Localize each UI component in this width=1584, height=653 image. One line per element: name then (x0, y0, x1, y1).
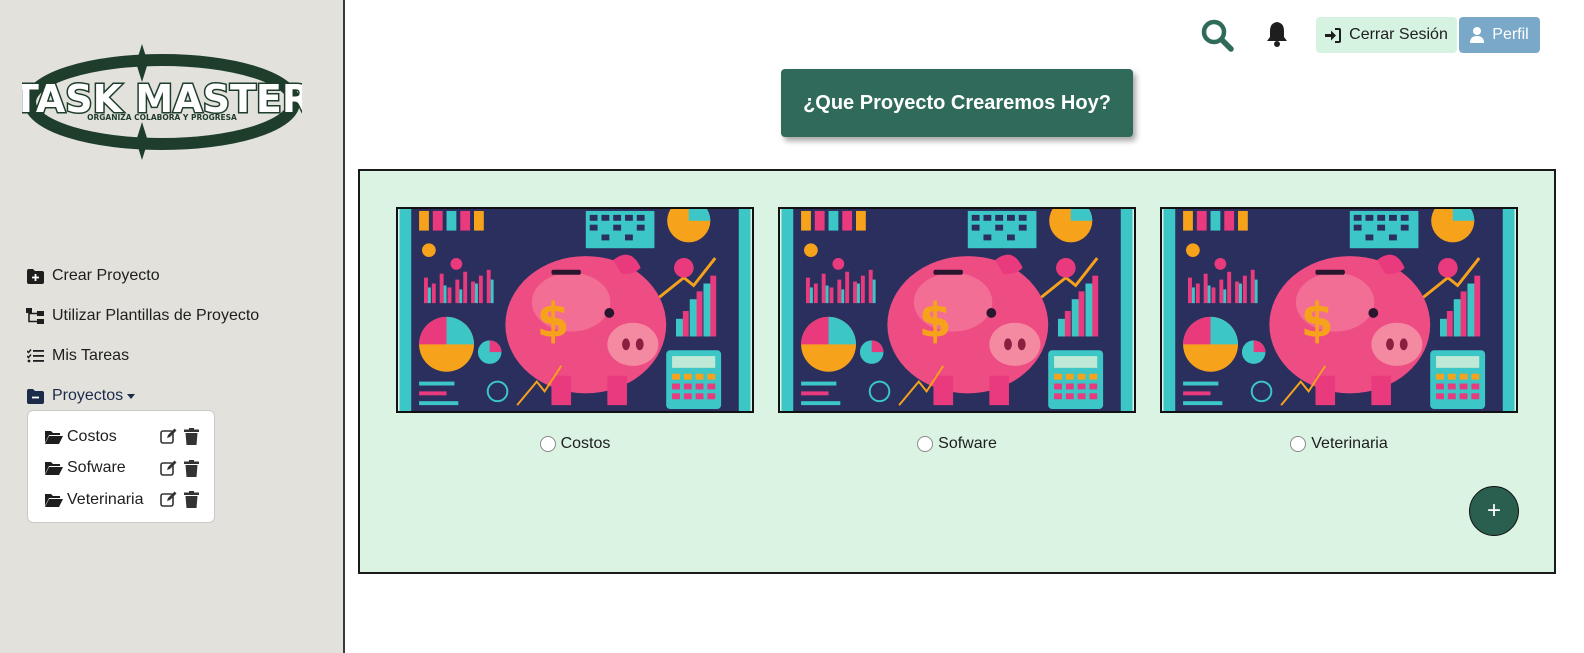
trash-icon[interactable] (183, 491, 200, 509)
folder-open-icon (45, 462, 63, 476)
logout-label: Cerrar Sesión (1349, 26, 1448, 43)
project-card-label: Veterinaria (1160, 435, 1518, 453)
folder-open-icon (45, 493, 63, 507)
svg-text:ORGANIZA COLABORA Y PROGRESA: ORGANIZA COLABORA Y PROGRESA (87, 113, 237, 122)
project-list-item[interactable]: Veterinaria (44, 484, 200, 516)
edit-icon[interactable] (160, 491, 177, 508)
chevron-down-icon (127, 393, 136, 399)
project-radio[interactable] (1290, 436, 1307, 452)
folder-open-icon (45, 430, 63, 444)
project-name: Costos (67, 427, 117, 445)
add-project-button[interactable]: + (1469, 486, 1519, 536)
search-button[interactable] (1200, 18, 1234, 52)
project-thumbnail[interactable] (1160, 207, 1518, 413)
plus-icon: + (1486, 497, 1501, 524)
sign-in-icon (1325, 27, 1342, 43)
project-card: Sofware (778, 207, 1136, 453)
folder-minus-icon (26, 388, 44, 404)
task-list-icon (26, 348, 44, 364)
edit-icon[interactable] (160, 428, 177, 445)
project-list-item[interactable]: Costos (44, 421, 200, 453)
projects-dropdown: Costos Sofware Veterinaria (27, 410, 215, 523)
notifications-button[interactable] (1265, 20, 1289, 48)
project-radio[interactable] (539, 436, 556, 452)
project-thumbnail[interactable] (396, 207, 754, 413)
create-project-hero-button[interactable]: ¿Que Proyecto Crearemos Hoy? (781, 69, 1133, 137)
project-card-name: Costos (560, 435, 611, 452)
profile-button[interactable]: Perfil (1459, 17, 1540, 53)
project-radio[interactable] (917, 436, 934, 452)
search-icon (1201, 19, 1234, 52)
trash-icon[interactable] (183, 459, 200, 477)
project-thumbnail[interactable] (778, 207, 1136, 413)
logout-button[interactable]: Cerrar Sesión (1316, 17, 1457, 53)
project-list-item[interactable]: Sofware (44, 453, 200, 485)
sitemap-icon (26, 308, 44, 324)
sidebar-item-plantillas[interactable]: Utilizar Plantillas de Proyecto (26, 296, 259, 336)
project-card-name: Sofware (938, 435, 997, 452)
sidebar-item-label: Crear Proyecto (52, 267, 160, 284)
sidebar: TASK MASTER ORGANIZA COLABORA Y PROGRESA… (0, 0, 345, 653)
task-master-logo[interactable]: TASK MASTER ORGANIZA COLABORA Y PROGRESA (11, 40, 313, 165)
project-card-label: Costos (396, 435, 754, 453)
project-name: Veterinaria (67, 490, 144, 508)
profile-label: Perfil (1492, 26, 1529, 43)
edit-icon[interactable] (160, 460, 177, 477)
sidebar-item-label: Proyectos (52, 387, 124, 404)
project-card: Veterinaria (1160, 207, 1518, 453)
folder-plus-icon (26, 268, 44, 284)
project-card-label: Sofware (778, 435, 1136, 453)
sidebar-nav: Crear Proyecto Utilizar Plantillas de Pr… (26, 256, 259, 416)
project-name: Sofware (67, 459, 126, 477)
sidebar-item-mis-tareas[interactable]: Mis Tareas (26, 336, 259, 376)
bell-icon (1267, 22, 1287, 47)
projects-panel: Costos Sofware Veterinaria + (358, 169, 1556, 574)
project-card-name: Veterinaria (1311, 435, 1388, 452)
trash-icon[interactable] (183, 428, 200, 446)
sidebar-item-crear-proyecto[interactable]: Crear Proyecto (26, 256, 259, 296)
sidebar-item-label: Mis Tareas (52, 347, 130, 364)
sidebar-item-label: Utilizar Plantillas de Proyecto (52, 307, 260, 324)
project-card: Costos (396, 207, 754, 453)
user-icon (1470, 27, 1485, 43)
